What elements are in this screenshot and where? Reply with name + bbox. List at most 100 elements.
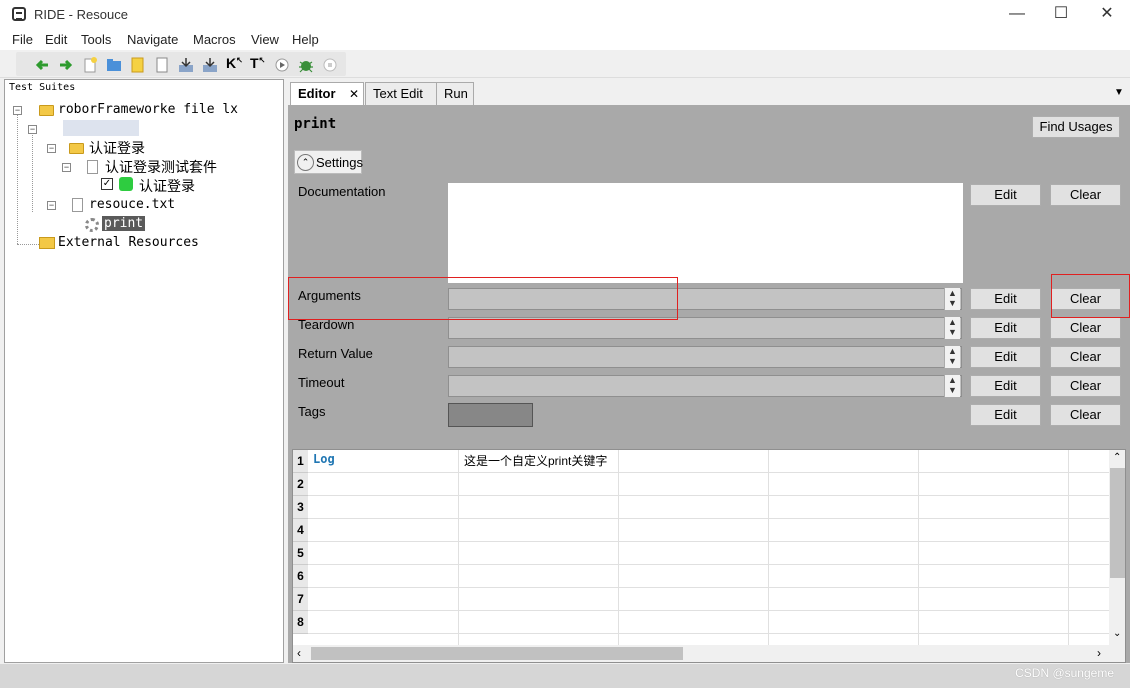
expand-toggle-resource[interactable]: − xyxy=(47,201,56,210)
vertical-scrollbar[interactable]: ⌃ ⌄ xyxy=(1109,450,1125,645)
menu-view[interactable]: View xyxy=(251,32,279,47)
save-icon[interactable] xyxy=(178,57,194,73)
scroll-up-icon[interactable]: ⌃ xyxy=(1113,452,1121,463)
tags-edit-button[interactable]: Edit xyxy=(970,404,1041,426)
menu-edit[interactable]: Edit xyxy=(45,32,67,47)
horizontal-scrollbar[interactable]: ‹ › xyxy=(293,645,1125,662)
menu-navigate[interactable]: Navigate xyxy=(127,32,178,47)
find-usages-button[interactable]: Find Usages xyxy=(1032,116,1120,138)
return-value-spin-icon[interactable]: ▲ ▼ xyxy=(944,346,960,368)
tree-connector xyxy=(32,132,33,212)
documentation-clear-button[interactable]: Clear xyxy=(1050,184,1121,206)
minimize-button[interactable]: — xyxy=(994,0,1040,30)
menu-tools[interactable]: Tools xyxy=(81,32,111,47)
tree-root-suite[interactable]: roborFrameworke file lx xyxy=(58,102,238,117)
documentation-label: Documentation xyxy=(298,184,386,199)
stop-icon[interactable] xyxy=(322,57,338,73)
scroll-right-icon[interactable]: › xyxy=(1097,646,1101,660)
timeout-spin-icon[interactable]: ▲ ▼ xyxy=(944,375,960,397)
window-title: RIDE - Resouce xyxy=(34,7,128,22)
step-argument-cell[interactable]: 这是一个自定义print关键字 xyxy=(464,452,622,469)
search-keywords-icon[interactable]: K↖ xyxy=(226,55,243,71)
tree-external-resources[interactable]: External Resources xyxy=(58,235,199,250)
tree-test-case[interactable]: 认证登录 xyxy=(139,176,195,196)
debug-bug-icon[interactable] xyxy=(298,57,314,73)
teardown-clear-button[interactable]: Clear xyxy=(1050,317,1121,339)
tab-text-edit-label: Text Edit xyxy=(373,86,423,101)
tab-editor[interactable]: Editor ✕ xyxy=(290,82,364,106)
keyword-steps-grid: 1 2 3 4 5 6 7 8 Log 这是一个自定义print关键字 ⌃ ⌄ … xyxy=(292,449,1126,663)
new-file-icon[interactable] xyxy=(154,57,170,73)
row-number[interactable]: 7 xyxy=(293,588,308,611)
scroll-down-icon[interactable]: ⌄ xyxy=(1113,628,1121,639)
arguments-spin-icon[interactable]: ▲ ▼ xyxy=(944,288,960,310)
external-resources-icon xyxy=(39,237,55,249)
open-folder-icon[interactable] xyxy=(106,57,122,73)
vertical-scroll-thumb[interactable] xyxy=(1110,468,1125,578)
menu-macros[interactable]: Macros xyxy=(193,32,236,47)
return-value-label: Return Value xyxy=(298,346,373,361)
new-project-icon[interactable] xyxy=(82,57,98,73)
resource-file-icon xyxy=(72,198,83,212)
row-number[interactable]: 8 xyxy=(293,611,308,634)
settings-label: Settings xyxy=(316,155,363,170)
arguments-highlight-box xyxy=(288,277,678,320)
row-number[interactable]: 3 xyxy=(293,496,308,519)
timeout-field[interactable] xyxy=(448,375,962,397)
tree-resource-file[interactable]: resouce.txt xyxy=(89,197,175,212)
arguments-edit-button[interactable]: Edit xyxy=(970,288,1041,310)
row-number[interactable]: 2 xyxy=(293,473,308,496)
tags-clear-button[interactable]: Clear xyxy=(1050,404,1121,426)
menu-help[interactable]: Help xyxy=(292,32,319,47)
documentation-edit-button[interactable]: Edit xyxy=(970,184,1041,206)
maximize-button[interactable]: ☐ xyxy=(1038,0,1084,30)
open-directory-icon[interactable] xyxy=(130,57,146,73)
grid-row-line xyxy=(308,472,1114,473)
timeout-label: Timeout xyxy=(298,375,345,390)
tree-keyword-selected[interactable]: print xyxy=(102,216,146,231)
keyword-editor: print Find Usages ⌃ Settings Documentati… xyxy=(288,105,1130,663)
tags-field[interactable] xyxy=(448,403,533,427)
testcase-checkbox[interactable]: ✓ xyxy=(101,178,113,190)
expand-toggle-suite[interactable]: − xyxy=(62,163,71,172)
file-icon xyxy=(87,160,98,174)
expand-toggle-folder[interactable]: − xyxy=(47,144,56,153)
close-tab-icon[interactable]: ✕ xyxy=(349,83,359,105)
teardown-field[interactable] xyxy=(448,317,962,339)
timeout-clear-button[interactable]: Clear xyxy=(1050,375,1121,397)
row-number[interactable]: 6 xyxy=(293,565,308,588)
expand-toggle-root[interactable]: − xyxy=(13,106,22,115)
return-value-clear-button[interactable]: Clear xyxy=(1050,346,1121,368)
teardown-spin-icon[interactable]: ▲ ▼ xyxy=(944,317,960,339)
tree-folder[interactable]: 认证登录 xyxy=(89,138,145,158)
documentation-field[interactable] xyxy=(448,183,963,283)
scroll-left-icon[interactable]: ‹ xyxy=(297,646,301,660)
horizontal-scroll-thumb[interactable] xyxy=(311,647,683,660)
menu-file[interactable]: File xyxy=(12,32,33,47)
run-icon[interactable] xyxy=(274,57,290,73)
step-keyword-cell[interactable]: Log xyxy=(313,452,335,466)
back-arrow-icon[interactable] xyxy=(34,57,50,73)
search-tests-icon[interactable]: T↖ xyxy=(250,55,266,71)
timeout-edit-button[interactable]: Edit xyxy=(970,375,1041,397)
save-all-icon[interactable] xyxy=(202,57,218,73)
forward-arrow-icon[interactable] xyxy=(58,57,74,73)
expand-toggle-project[interactable]: − xyxy=(28,125,37,134)
teardown-edit-button[interactable]: Edit xyxy=(970,317,1041,339)
tab-run[interactable]: Run xyxy=(436,82,474,106)
row-number[interactable]: 5 xyxy=(293,542,308,565)
tab-dropdown-icon[interactable]: ▼ xyxy=(1114,87,1124,98)
tree-connector xyxy=(17,114,18,244)
return-value-field[interactable] xyxy=(448,346,962,368)
row-number[interactable]: 4 xyxy=(293,519,308,542)
clear-highlight-box xyxy=(1051,274,1130,318)
toolbar: K↖ T↖ xyxy=(0,50,1130,78)
tab-text-edit[interactable]: Text Edit xyxy=(365,82,441,106)
row-number[interactable]: 1 xyxy=(293,450,308,473)
watermark: CSDN @sungeme xyxy=(1015,666,1114,680)
return-value-edit-button[interactable]: Edit xyxy=(970,346,1041,368)
robot-icon xyxy=(119,177,133,191)
tree-test-suite[interactable]: 认证登录测试套件 xyxy=(105,157,217,177)
settings-toggle[interactable]: ⌃ Settings xyxy=(294,150,363,174)
close-button[interactable]: ✕ xyxy=(1084,0,1130,30)
